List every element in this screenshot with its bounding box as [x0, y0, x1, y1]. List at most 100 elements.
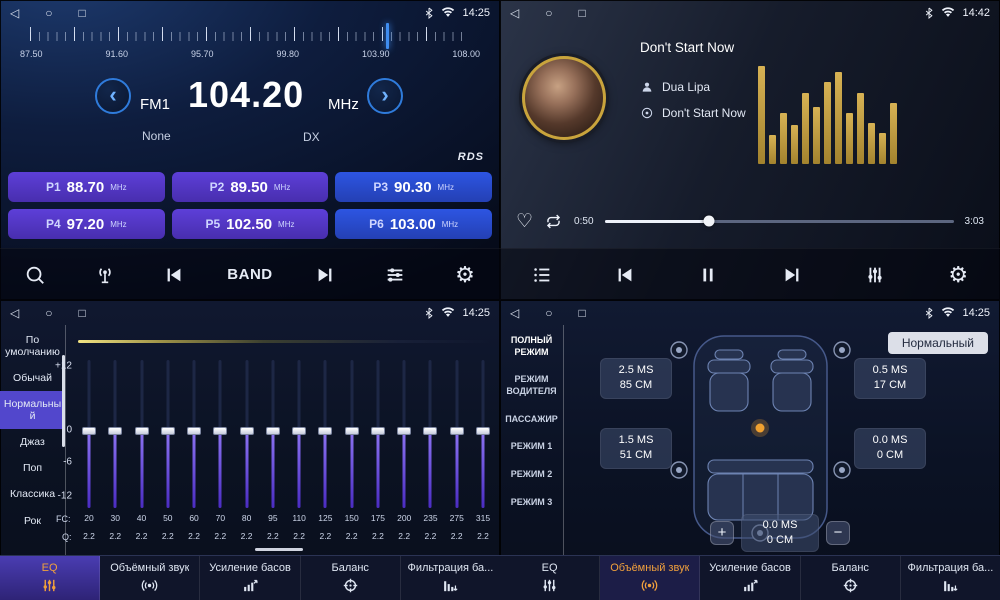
eq-band-slider-40hz[interactable]	[133, 360, 151, 508]
radio-preset-p6[interactable]: P6103.00MHz	[335, 209, 492, 239]
surround-mode-item[interactable]: РЕЖИМ 1	[500, 435, 563, 459]
eq-sliders-icon[interactable]	[858, 264, 892, 286]
eq-band-slider-50hz[interactable]	[159, 360, 177, 508]
band-button[interactable]: BAND	[227, 266, 272, 283]
slider-handle[interactable]	[292, 427, 306, 435]
eq-band-slider-70hz[interactable]	[211, 360, 229, 508]
eq-preset-item[interactable]: По умолчанию	[0, 327, 65, 365]
eq-band-slider-235hz[interactable]	[421, 360, 439, 508]
slider-handle[interactable]	[161, 427, 175, 435]
eq-band-slider-60hz[interactable]	[185, 360, 203, 508]
eq-band-slider-175hz[interactable]	[369, 360, 387, 508]
seek-bar[interactable]	[605, 220, 954, 223]
slider-handle[interactable]	[450, 427, 464, 435]
band-q-value: 2.2	[264, 531, 282, 541]
next-track-icon[interactable]	[308, 264, 342, 286]
eq-band-slider-315hz[interactable]	[474, 360, 492, 508]
tab-filter[interactable]: Фильтрация ба...	[901, 556, 1000, 600]
next-track-icon[interactable]	[775, 264, 809, 286]
tune-down-button[interactable]: ‹	[95, 78, 131, 114]
eq-band-slider-80hz[interactable]	[238, 360, 256, 508]
slider-handle[interactable]	[345, 427, 359, 435]
prev-track-icon[interactable]	[608, 264, 642, 286]
eq-band-slider-125hz[interactable]	[316, 360, 334, 508]
surround-mode-item[interactable]: ПОЛНЫЙ РЕЖИМ	[500, 329, 563, 364]
nav-back-icon[interactable]: ◁	[10, 7, 19, 19]
prev-track-icon[interactable]	[157, 264, 191, 286]
nav-recents-icon[interactable]: □	[578, 307, 585, 319]
frequency-ruler[interactable]	[30, 26, 470, 46]
eq-sliders-icon[interactable]	[378, 264, 412, 286]
slider-handle[interactable]	[187, 427, 201, 435]
tab-bass-boost[interactable]: Усиление басов	[700, 556, 800, 600]
delay-rear-left[interactable]: 1.5 MS 51 CM	[600, 428, 672, 469]
slider-handle[interactable]	[135, 427, 149, 435]
antenna-icon[interactable]	[88, 264, 122, 286]
nav-back-icon[interactable]: ◁	[510, 7, 519, 19]
playlist-icon[interactable]	[525, 264, 559, 286]
settings-gear-icon[interactable]: ⚙	[448, 264, 482, 286]
rds-badge: RDS	[458, 151, 484, 163]
slider-handle[interactable]	[266, 427, 280, 435]
favorite-icon[interactable]: ♡	[516, 212, 533, 231]
radio-preset-p1[interactable]: P188.70MHz	[8, 172, 165, 202]
eq-band-slider-200hz[interactable]	[395, 360, 413, 508]
delay-rear-right[interactable]: 0.0 MS 0 CM	[854, 428, 926, 469]
settings-gear-icon[interactable]: ⚙	[941, 264, 975, 286]
sound-preset-button[interactable]: Нормальный	[888, 332, 988, 354]
slider-handle[interactable]	[423, 427, 437, 435]
slider-handle[interactable]	[82, 427, 96, 435]
delay-front-left[interactable]: 2.5 MS 85 CM	[600, 358, 672, 399]
tab-filter[interactable]: Фильтрация ба...	[401, 556, 500, 600]
eq-band-slider-275hz[interactable]	[448, 360, 466, 508]
eq-band-slider-95hz[interactable]	[264, 360, 282, 508]
slider-handle[interactable]	[371, 427, 385, 435]
slider-handle[interactable]	[108, 427, 122, 435]
nav-recents-icon[interactable]: □	[78, 7, 85, 19]
pause-icon[interactable]	[691, 264, 725, 286]
nav-home-icon[interactable]: ○	[545, 307, 552, 319]
nav-home-icon[interactable]: ○	[545, 7, 552, 19]
repeat-icon[interactable]	[544, 212, 563, 231]
nav-recents-icon[interactable]: □	[78, 307, 85, 319]
scan-icon[interactable]	[18, 264, 52, 286]
preset-id: P1	[46, 180, 61, 194]
surround-mode-item[interactable]: РЕЖИМ 2	[500, 463, 563, 487]
eq-band-slider-110hz[interactable]	[290, 360, 308, 508]
tab-eq[interactable]: EQ	[500, 556, 600, 600]
radio-preset-p3[interactable]: P390.30MHz	[335, 172, 492, 202]
tab-balance[interactable]: Баланс	[301, 556, 401, 600]
tab-surround-sound[interactable]: Объёмный звук	[600, 556, 700, 600]
slider-handle[interactable]	[240, 427, 254, 435]
nav-home-icon[interactable]: ○	[45, 307, 52, 319]
eq-band-slider-30hz[interactable]	[106, 360, 124, 508]
horizontal-scrollbar[interactable]	[255, 548, 303, 551]
radio-preset-p2[interactable]: P289.50MHz	[172, 172, 329, 202]
surround-mode-item[interactable]: РЕЖИМ ВОДИТЕЛЯ	[500, 368, 563, 403]
nav-back-icon[interactable]: ◁	[10, 307, 19, 319]
seek-bar-handle[interactable]	[704, 216, 715, 227]
nav-back-icon[interactable]: ◁	[510, 307, 519, 319]
radio-preset-p4[interactable]: P497.20MHz	[8, 209, 165, 239]
delay-ms: 0.5 MS	[855, 363, 925, 378]
nav-recents-icon[interactable]: □	[578, 7, 585, 19]
delay-increase-button[interactable]: +	[710, 521, 734, 545]
tune-up-button[interactable]: ›	[367, 78, 403, 114]
slider-handle[interactable]	[397, 427, 411, 435]
delay-front-right[interactable]: 0.5 MS 17 CM	[854, 358, 926, 399]
nav-home-icon[interactable]: ○	[45, 7, 52, 19]
surround-mode-item[interactable]: ПАССАЖИР	[500, 408, 563, 432]
tab-eq[interactable]: EQ	[0, 556, 100, 600]
slider-handle[interactable]	[476, 427, 490, 435]
tab-bass-boost[interactable]: Усиление басов	[200, 556, 300, 600]
eq-band-slider-20hz[interactable]	[80, 360, 98, 508]
slider-handle[interactable]	[213, 427, 227, 435]
tab-surround-sound[interactable]: Объёмный звук	[100, 556, 200, 600]
tab-balance[interactable]: Баланс	[801, 556, 901, 600]
delay-decrease-button[interactable]: −	[826, 521, 850, 545]
eq-band-slider-150hz[interactable]	[343, 360, 361, 508]
surround-mode-item[interactable]: РЕЖИМ 3	[500, 491, 563, 515]
slider-handle[interactable]	[318, 427, 332, 435]
android-nav: ◁ ○ □	[510, 7, 586, 19]
radio-preset-p5[interactable]: P5102.50MHz	[172, 209, 329, 239]
